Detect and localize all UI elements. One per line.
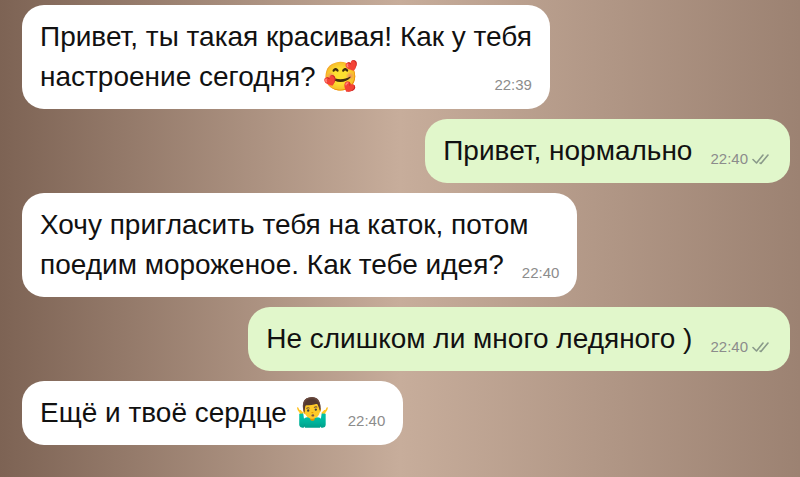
message-line-row: Привет, нормально 22:40 [443,131,772,171]
message-text: Ещё и твоё сердце 🤷‍♂️ [40,393,330,433]
message-text: Привет, ты такая красивая! Как у тебя [40,17,532,57]
message-line-row: Не слишком ли много ледяного ) 22:40 [266,319,772,359]
message-text: настроение сегодня? 🥰 [40,57,358,97]
incoming-bubble[interactable]: Ещё и твоё сердце 🤷‍♂️ 22:40 [22,381,403,445]
message-line-row: Привет, ты такая красивая! Как у тебя [40,17,532,57]
message-row: Привет, нормально 22:40 [22,119,790,183]
message-time: 22:40 [710,149,748,169]
chat-screen: Привет, ты такая красивая! Как у тебянас… [0,0,800,477]
outgoing-bubble[interactable]: Не слишком ли много ледяного ) 22:40 [248,307,790,371]
message-meta: 22:40 [710,337,772,359]
outgoing-bubble[interactable]: Привет, нормально 22:40 [425,119,790,183]
message-meta: 22:40 [710,149,772,171]
message-time: 22:40 [348,411,386,431]
message-text: поедим мороженое. Как тебе идея? [40,245,504,285]
message-row: Ещё и твоё сердце 🤷‍♂️ 22:40 [22,381,790,445]
message-line-row: Ещё и твоё сердце 🤷‍♂️ 22:40 [40,393,385,433]
incoming-bubble[interactable]: Хочу пригласить тебя на каток, потомпоед… [22,193,577,297]
message-text: Не слишком ли много ледяного ) [266,319,692,359]
message-time: 22:40 [522,263,560,283]
message-row: Не слишком ли много ледяного ) 22:40 [22,307,790,371]
message-time: 22:39 [494,75,532,95]
message-line-row: поедим мороженое. Как тебе идея? 22:40 [40,245,559,285]
message-meta: 22:40 [522,263,560,285]
message-meta: 22:39 [494,75,532,97]
double-check-icon [752,152,772,166]
incoming-bubble[interactable]: Привет, ты такая красивая! Как у тебянас… [22,5,550,109]
message-line-row: Хочу пригласить тебя на каток, потом [40,205,559,245]
message-time: 22:40 [710,337,748,357]
message-text: Привет, нормально [443,131,692,171]
message-row: Хочу пригласить тебя на каток, потомпоед… [22,193,790,297]
double-check-icon [752,340,772,354]
message-row: Привет, ты такая красивая! Как у тебянас… [22,5,790,109]
message-text: Хочу пригласить тебя на каток, потом [40,205,529,245]
message-meta: 22:40 [348,411,386,433]
message-line-row: настроение сегодня? 🥰 22:39 [40,57,532,97]
